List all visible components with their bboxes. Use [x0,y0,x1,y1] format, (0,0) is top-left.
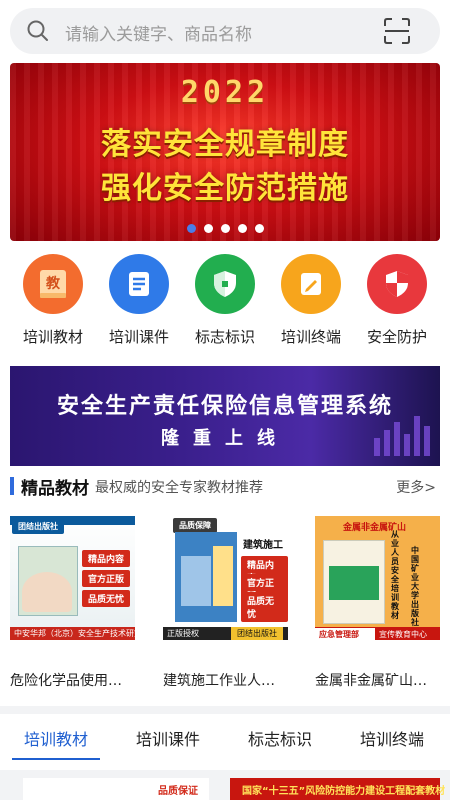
cover-title: 建筑施工 [243,540,283,551]
book-cover[interactable]: 品质保障 建筑施工 精品内容 官方正版 品质无忧 正版授权 团结出版社 [163,516,288,640]
carousel-dot[interactable] [203,224,213,233]
book-footer: 中安华邦（北京）安全生产技术研究院 编 [10,627,135,640]
category-label: 培训教材 [22,328,83,346]
promo-title: 安全生产责任保险信息管理系统 [56,394,393,419]
promo-banner[interactable]: 安全生产责任保险信息管理系统 隆重上线 [10,366,440,466]
promo-subtitle: 隆重上线 [161,428,289,449]
category-label: 培训课件 [108,328,169,346]
pen-icon [281,254,341,314]
book-icon-glyph: 教 [46,275,61,292]
side-text: 中国矿业大学出版社 [411,546,419,627]
category-safety-protection[interactable]: 安全防护 [355,254,439,354]
quality-badge: 品质保证 [158,786,198,797]
hero-banner[interactable]: 2022 落实安全规章制度 强化安全防范措施 [10,63,440,241]
section-accent-bar [10,477,14,495]
category-label: 安全防护 [366,328,427,346]
active-tab-indicator [12,758,100,760]
shield-icon [195,254,255,314]
category-label: 培训终端 [280,328,341,346]
category-label: 标志标识 [194,328,255,346]
book-cover[interactable]: 金属非金属矿山 从业人员安全培训教材 中国矿业大学出版社 应急管理部 宣传教育中… [315,516,440,640]
carousel-dots [10,224,440,233]
banner-year: 2022 [180,75,270,110]
book-tag: 品质无忧 [241,592,288,622]
more-link[interactable]: 更多> [396,477,436,497]
quality-badge: 品质保障 [173,518,217,533]
product-card[interactable]: 国家“十三五”风险防控能力建设工程配套教材 [230,778,445,800]
category-training-courseware[interactable]: 培训课件 [97,254,181,354]
carousel-dot[interactable] [220,224,230,233]
document-icon [109,254,169,314]
featured-section-header: 精品教材 最权威的安全专家教材推荐 更多> [10,474,440,502]
category-training-books[interactable]: 教 培训教材 [11,254,95,354]
banner-headline-2: 强化安全防范措施 [101,171,349,206]
scan-icon[interactable] [382,16,412,46]
publisher-badge: 团结出版社 [12,519,64,534]
category-grid: 教 培训教材 培训课件 标志标识 培训终端 安全防护 [0,254,450,354]
book-icon: 教 [23,254,83,314]
tab-label: 标志标识 [247,730,312,749]
section-divider [0,706,450,714]
category-training-terminal[interactable]: 培训终端 [269,254,353,354]
side-text: 从业人员安全培训教材 [391,530,399,620]
tab-label: 培训课件 [135,730,200,749]
banner-headline-1: 落实安全规章制度 [101,127,349,162]
tab-signs[interactable]: 标志标识 [224,718,336,766]
card-banner-text: 国家“十三五”风险防控能力建设工程配套教材 [242,786,446,797]
section-title: 精品教材 [21,479,89,499]
tab-label: 培训终端 [359,730,424,749]
shield-icon [367,254,427,314]
tab-training-books[interactable]: 培训教材 [0,718,112,766]
book-title[interactable]: 建筑施工作业人… [163,670,291,690]
featured-books: 团结出版社 精品内容 官方正版 品质无忧 中安华邦（北京）安全生产技术研究院 编… [0,516,450,696]
book-footer: 应急管理部 宣传教育中心 编 [315,627,440,640]
search-icon [27,20,48,41]
footer-left: 正版授权 [167,629,199,638]
book-tag: 品质无忧 [82,590,131,607]
section-subtitle: 最权威的安全专家教材推荐 [95,480,263,496]
tab-training-courseware[interactable]: 培训课件 [112,718,224,766]
book-tag: 精品内容 [82,550,131,567]
footer-right: 宣传教育中心 编 [375,628,440,640]
footer-left: 应急管理部 [319,630,359,639]
book-footer: 正版授权 团结出版社 [163,627,288,640]
search-input[interactable]: 请输入关键字、商品名称 [65,20,252,45]
footer-right: 团结出版社 [231,627,283,640]
tab-label: 培训教材 [23,730,88,749]
book-cover[interactable]: 团结出版社 精品内容 官方正版 品质无忧 中安华邦（北京）安全生产技术研究院 编 [10,516,135,640]
carousel-dot[interactable] [186,224,196,233]
book-title[interactable]: 金属非金属矿山… [315,670,443,690]
book-tag: 官方正版 [82,570,131,587]
carousel-dot[interactable] [254,224,264,233]
book-title[interactable]: 危险化学品使用… [10,670,138,690]
category-tabs: 培训教材 培训课件 标志标识 培训终端 [0,718,450,766]
tab-training-terminal[interactable]: 培训终端 [336,718,448,766]
search-bar[interactable]: 请输入关键字、商品名称 [10,8,440,54]
category-signs[interactable]: 标志标识 [183,254,267,354]
carousel-dot[interactable] [237,224,247,233]
tab-content-preview: 品质保证 国家“十三五”风险防控能力建设工程配套教材 [0,770,450,800]
product-card[interactable]: 品质保证 [23,778,209,800]
